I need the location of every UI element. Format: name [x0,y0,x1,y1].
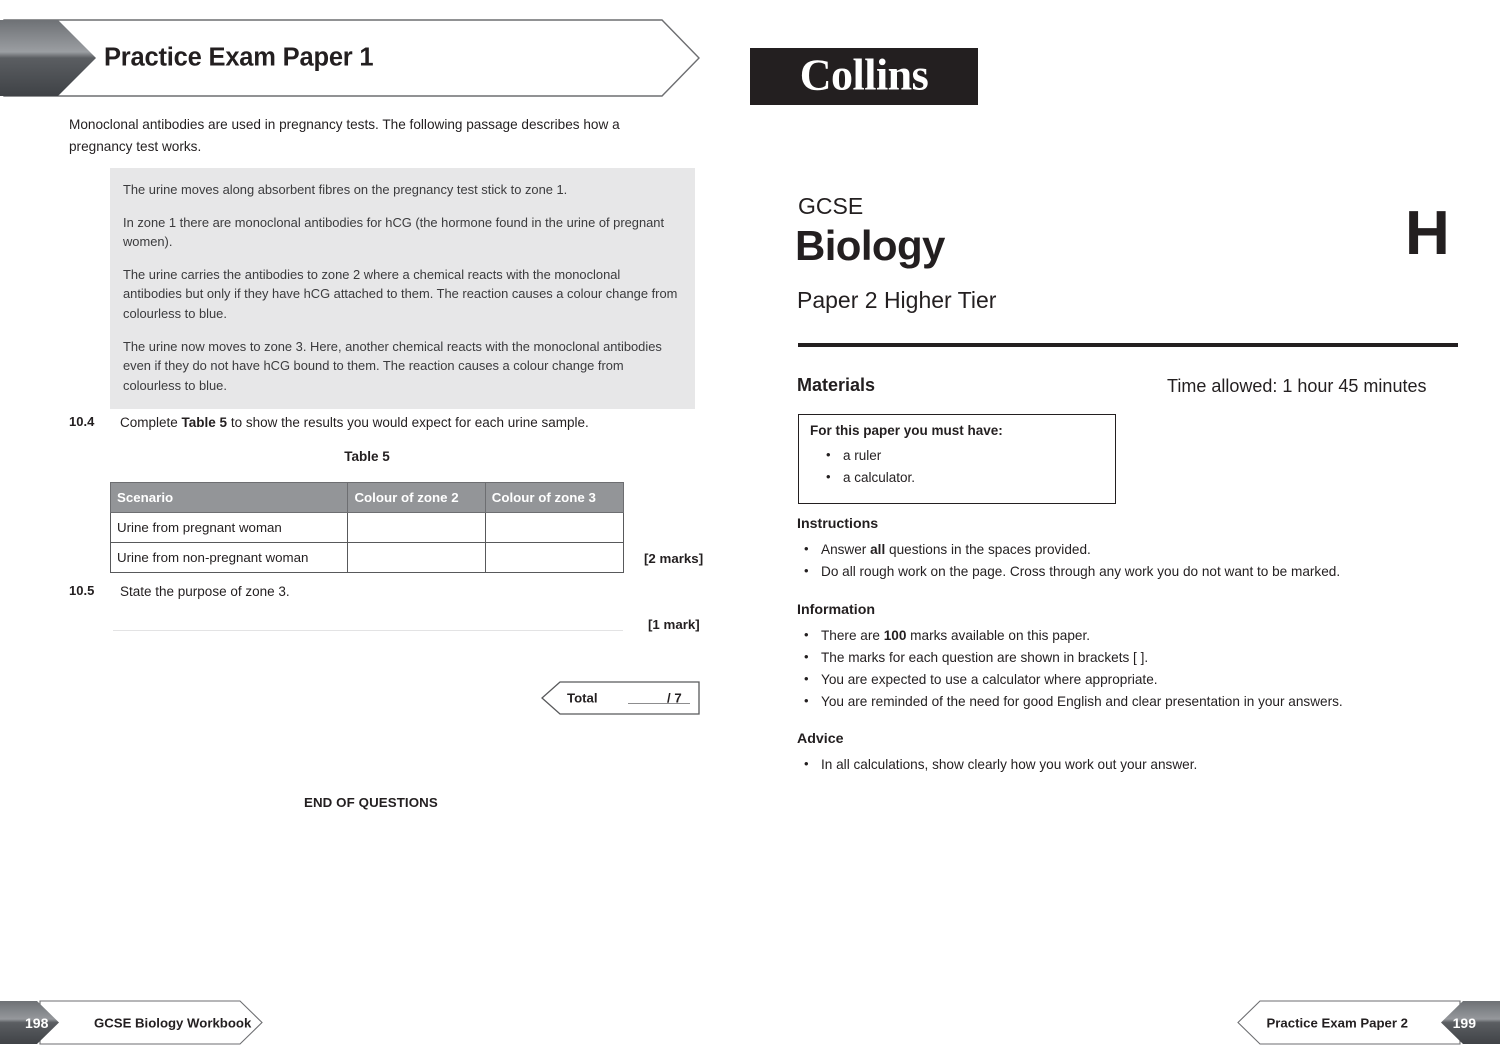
table-5: Scenario Colour of zone 2 Colour of zone… [109,482,625,573]
information-item-part: There are [821,628,884,643]
passage-paragraph: The urine now moves to zone 3. Here, ano… [123,338,662,393]
instructions-item: Do all rough work on the page. Cross thr… [804,560,1457,583]
question-text-emphasis: Table 5 [181,415,228,430]
advice-item: In all calculations, show clearly how yo… [804,753,1457,776]
passage-box: The urine moves along absorbent fibres o… [110,168,695,410]
instructions-item-part: questions in the spaces provided. [885,542,1091,557]
must-have-item: a calculator. [826,466,915,489]
table-header-cell: Scenario [109,482,349,513]
question-number: 10.5 [69,583,95,598]
information-heading: Information [797,602,876,618]
total-marks-box: Total / 7 [540,681,700,715]
end-of-questions-label: END OF QUESTIONS [304,795,438,810]
question-10-5: 10.5 State the purpose of zone 3. [69,582,709,602]
question-text-part: Complete [120,415,182,430]
table-header-cell: Colour of zone 2 [347,482,486,513]
table-cell-answer-zone2[interactable] [347,542,486,573]
total-label: Total [567,690,598,706]
table-header-row: Scenario Colour of zone 2 Colour of zone… [109,482,625,513]
information-item-emphasis: 100 [883,628,907,643]
instructions-heading: Instructions [797,516,879,532]
passage-paragraph: The urine carries the antibodies to zone… [123,266,678,322]
footer-label: GCSE Biology Workbook [94,1015,252,1030]
page-title: Practice Exam Paper 1 [104,43,374,72]
information-item: The marks for each question are shown in… [804,646,1457,669]
instructions-item-emphasis: all [870,542,886,557]
advice-list: In all calculations, show clearly how yo… [797,753,1457,776]
footer-right: 199 Practice Exam Paper 2 [1235,999,1500,1046]
table-cell-answer-zone3[interactable] [484,542,625,573]
footer-label: Practice Exam Paper 2 [1266,1015,1409,1030]
marks-label-10-5: [1 mark] [648,617,700,632]
table-header-cell: Colour of zone 3 [484,482,625,513]
must-have-item: a ruler [826,444,915,467]
table-row: Urine from pregnant woman [109,512,625,543]
collins-wordmark: Collins [799,49,929,99]
must-have-box: For this paper you must have: a ruler a … [798,414,1116,504]
table-cell-scenario: Urine from non-pregnant woman [109,542,349,573]
information-list: There are 100 marks available on this pa… [797,624,1457,714]
page-number: 198 [25,1014,49,1031]
question-number: 10.4 [69,414,95,429]
table-cell-answer-zone3[interactable] [484,512,625,543]
table-caption: Table 5 [344,449,390,464]
materials-heading: Materials [797,375,876,395]
instructions-list: Answer all questions in the spaces provi… [797,538,1457,583]
intro-paragraph: Monoclonal antibodies are used in pregna… [69,117,620,155]
marks-label-10-4: [2 marks] [644,551,704,566]
question-10-4: 10.4 Complete Table 5 to show the result… [69,413,709,433]
table-cell-scenario: Urine from pregnant woman [109,512,349,543]
qualification-label: GCSE [798,193,864,219]
total-out-of: / 7 [667,690,682,706]
information-item: You are reminded of the need for good En… [804,690,1457,713]
subject-title: Biology [795,222,945,269]
instructions-section: Instructions Answer all questions in the… [797,516,1457,583]
advice-section: Advice In all calculations, show clearly… [797,731,1457,776]
page-number: 199 [1452,1014,1476,1031]
information-section: Information There are 100 marks availabl… [797,602,1457,714]
question-text: State the purpose of zone 3. [120,584,290,599]
passage-paragraph: The urine moves along absorbent fibres o… [123,182,568,197]
table-cell-answer-zone2[interactable] [347,512,486,543]
tier-letter: H [1405,199,1450,268]
information-item-part: marks available on this paper. [906,628,1091,643]
time-allowed-label: Time allowed: 1 hour 45 minutes [1167,376,1427,396]
title-divider [798,343,1458,347]
instructions-item: Answer all questions in the spaces provi… [804,538,1457,561]
table-row: Urine from non-pregnant woman [109,542,625,573]
passage-paragraph: In zone 1 there are monoclonal antibodie… [123,214,665,250]
instructions-item-part: Answer [821,542,871,557]
must-have-list: a ruler a calculator. [821,444,915,489]
must-have-title: For this paper you must have: [810,423,1003,438]
collins-logo: Collins [750,48,978,105]
question-text: Complete Table 5 to show the results you… [120,413,709,433]
information-item: There are 100 marks available on this pa… [804,624,1457,647]
paper-subtitle: Paper 2 Higher Tier [797,287,997,313]
advice-heading: Advice [797,731,844,747]
answer-line[interactable] [113,630,623,631]
footer-left: 198 GCSE Biology Workbook [0,999,265,1046]
page-header-banner: Practice Exam Paper 1 [0,18,702,98]
information-item: You are expected to use a calculator whe… [804,668,1457,691]
question-text-part: to show the results you would expect for… [227,415,589,430]
left-page: Practice Exam Paper 1 Monoclonal antibod… [0,0,750,1061]
